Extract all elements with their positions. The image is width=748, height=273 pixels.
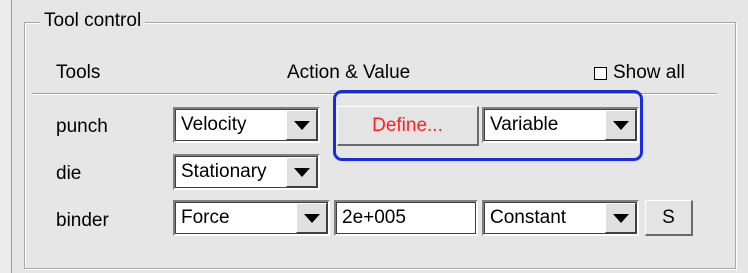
die-action-value: Stationary (181, 161, 267, 182)
chevron-down-icon[interactable] (286, 110, 317, 140)
punch-action-value: Velocity (181, 114, 247, 135)
chevron-down-icon[interactable] (605, 203, 636, 233)
tools-header: Tools (56, 62, 101, 83)
s-button[interactable]: S (645, 200, 693, 236)
row-label-binder: binder (56, 210, 109, 231)
binder-value-field[interactable]: 2e+005 (334, 200, 478, 236)
chevron-down-icon[interactable] (296, 203, 327, 233)
chevron-down-icon[interactable] (286, 157, 317, 187)
binder-action-value: Force (181, 207, 230, 228)
binder-mode-value: Constant (490, 207, 567, 228)
row-label-die: die (56, 163, 82, 184)
punch-action-dropdown[interactable]: Velocity (173, 107, 320, 143)
show-all-label: Show all (613, 62, 685, 83)
group-title: Tool control (40, 9, 146, 33)
action-value-header: Action & Value (287, 62, 411, 83)
show-all-checkbox[interactable]: Show all (594, 61, 685, 85)
binder-mode-dropdown[interactable]: Constant (482, 200, 639, 236)
die-action-dropdown[interactable]: Stationary (173, 154, 320, 190)
highlight-annotation (333, 90, 643, 161)
checkbox-box[interactable] (594, 66, 607, 80)
row-label-punch: punch (56, 116, 108, 137)
binder-action-dropdown[interactable]: Force (173, 200, 330, 236)
